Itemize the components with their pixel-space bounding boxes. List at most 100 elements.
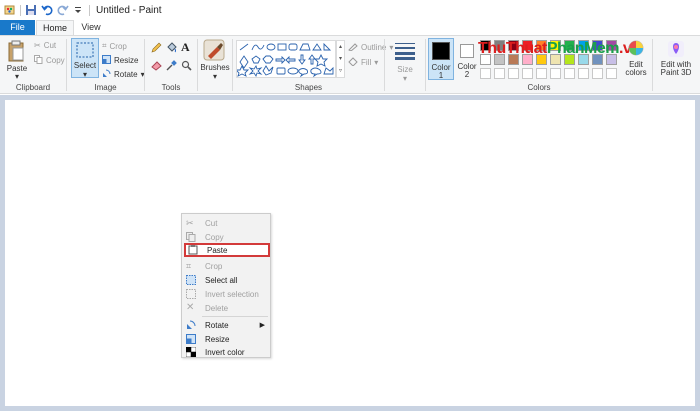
text-icon[interactable]: A	[181, 40, 190, 55]
watermark-part-1: ThuThuat	[478, 40, 547, 57]
rotate-label: Rotate	[114, 70, 138, 79]
tab-home[interactable]: Home	[36, 20, 74, 36]
shapes-group-label: Shapes	[294, 83, 323, 92]
crop-icon: ⌗	[102, 41, 107, 50]
invert-selection-icon	[186, 289, 196, 299]
ribbon: Paste ▾ ✂ Cut Copy Clipboard Image Selec…	[0, 35, 700, 94]
menu-item-invert-color[interactable]: Invert color	[182, 345, 270, 359]
shapes-gallery-icons	[237, 42, 334, 78]
clipboard-group: Paste ▾ ✂ Cut Copy Clipboard	[0, 36, 66, 94]
color2-number: 2	[464, 70, 470, 79]
delete-icon: ✕	[186, 302, 195, 313]
tools-group: A Tools	[145, 36, 197, 94]
chevron-down-icon: ▾	[212, 72, 217, 81]
custom-color-swatch[interactable]	[522, 68, 533, 79]
select-all-icon	[186, 275, 196, 285]
outline-label: Outline	[361, 43, 387, 52]
menu-item-label: Paste	[207, 245, 228, 255]
color1-swatch	[432, 42, 450, 60]
line-width-icon	[395, 40, 415, 63]
custom-color-swatch[interactable]	[494, 68, 505, 79]
edit-colors-label-2: colors	[625, 68, 647, 77]
menu-item-copy[interactable]: Copy	[182, 230, 270, 244]
paint3d-label-2: Paint 3D	[660, 68, 692, 77]
chevron-down-icon: ▾	[402, 74, 407, 83]
clipboard-icon	[7, 39, 25, 65]
magnifier-icon[interactable]	[181, 60, 192, 74]
outline-icon	[348, 42, 358, 53]
cut-label: Cut	[43, 41, 57, 50]
scissors-icon: ✂	[34, 41, 41, 50]
menu-item-invert-selection[interactable]: Invert selection	[182, 287, 270, 301]
custom-color-swatch[interactable]	[564, 68, 575, 79]
crop-label: Crop	[109, 41, 127, 51]
crop-button[interactable]: ⌗ Crop	[102, 41, 127, 51]
color-picker-icon[interactable]	[166, 60, 177, 74]
menu-item-label: Delete	[205, 303, 229, 313]
shapes-gallery[interactable]	[236, 40, 336, 78]
resize-icon	[102, 55, 111, 66]
eraser-icon[interactable]	[151, 60, 162, 74]
menu-item-cut[interactable]: ✂ Cut	[182, 216, 270, 230]
copy-icon	[34, 55, 43, 66]
divider	[89, 4, 90, 16]
pencil-icon[interactable]	[151, 42, 162, 56]
custom-color-swatch[interactable]	[550, 68, 561, 79]
window-title: Untitled - Paint	[96, 4, 162, 16]
menu-item-delete[interactable]: ✕ Delete	[182, 301, 270, 315]
custom-color-swatch[interactable]	[508, 68, 519, 79]
rotate-button[interactable]: Rotate ▾	[102, 69, 145, 80]
image-group-label: Image	[94, 83, 117, 92]
copy-button[interactable]: Copy	[34, 55, 65, 66]
crop-icon: ⌗	[186, 261, 192, 271]
color1-number: 1	[438, 71, 444, 80]
quick-access-toolbar	[0, 4, 90, 16]
menu-item-resize[interactable]: Resize	[182, 332, 270, 346]
copy-icon	[186, 232, 196, 242]
menu-item-paste[interactable]: Paste	[184, 243, 270, 257]
edit-with-paint3d-button[interactable]: Edit with Paint 3D	[653, 40, 699, 82]
menu-item-select-all[interactable]: Select all	[182, 273, 270, 287]
menu-item-crop[interactable]: ⌗ Crop	[182, 259, 270, 273]
shapes-gallery-scroll[interactable]: ▴ ▾ ▿	[336, 40, 345, 78]
tab-file[interactable]: File	[0, 20, 35, 35]
paste-button[interactable]	[7, 39, 25, 65]
fill-button[interactable]: Fill ▾	[348, 57, 378, 68]
brush-icon	[203, 39, 225, 64]
cut-button[interactable]: ✂ Cut	[34, 41, 56, 50]
fill-bucket-icon[interactable]	[166, 42, 177, 56]
resize-button[interactable]: Resize	[102, 55, 138, 66]
custom-color-swatch[interactable]	[536, 68, 547, 79]
menu-item-rotate[interactable]: Rotate ▶	[182, 318, 270, 332]
chevron-down-icon[interactable]: ▾	[72, 70, 98, 79]
tab-view[interactable]: View	[76, 20, 106, 35]
color2-button[interactable]: Color 2	[455, 38, 479, 80]
watermark-logo: ThuThuatPhanMem.vn	[478, 40, 641, 58]
brushes-group[interactable]: Brushes ▾	[198, 36, 232, 94]
paint3d-icon	[667, 40, 685, 61]
menu-item-label: Invert selection	[205, 289, 259, 299]
chevron-down-icon[interactable]: ▾	[4, 72, 30, 81]
custom-color-swatch[interactable]	[578, 68, 589, 79]
drawing-canvas[interactable]	[5, 100, 695, 406]
custom-color-swatch[interactable]	[592, 68, 603, 79]
redo-icon[interactable]	[57, 4, 69, 16]
custom-color-swatch[interactable]	[606, 68, 617, 79]
size-label: Size	[397, 65, 413, 74]
menu-item-label: Select all	[205, 275, 238, 285]
custom-color-swatch[interactable]	[480, 68, 491, 79]
fill-icon	[348, 57, 358, 68]
customize-qat-icon[interactable]	[73, 4, 85, 16]
select-button[interactable]: Select ▾	[71, 38, 99, 79]
rotate-icon	[102, 69, 111, 80]
title-bar: Untitled - Paint	[0, 0, 700, 20]
save-icon[interactable]	[25, 4, 37, 16]
menu-separator	[202, 316, 268, 317]
size-group[interactable]: Size ▾	[385, 36, 425, 94]
rotate-icon	[186, 320, 196, 330]
edit-colors-button[interactable]: Edit colors	[622, 40, 650, 82]
color1-button[interactable]: Color 1	[428, 38, 454, 80]
chevron-down-icon: ▾	[374, 58, 379, 67]
workspace	[0, 95, 700, 411]
undo-icon[interactable]	[41, 4, 53, 16]
